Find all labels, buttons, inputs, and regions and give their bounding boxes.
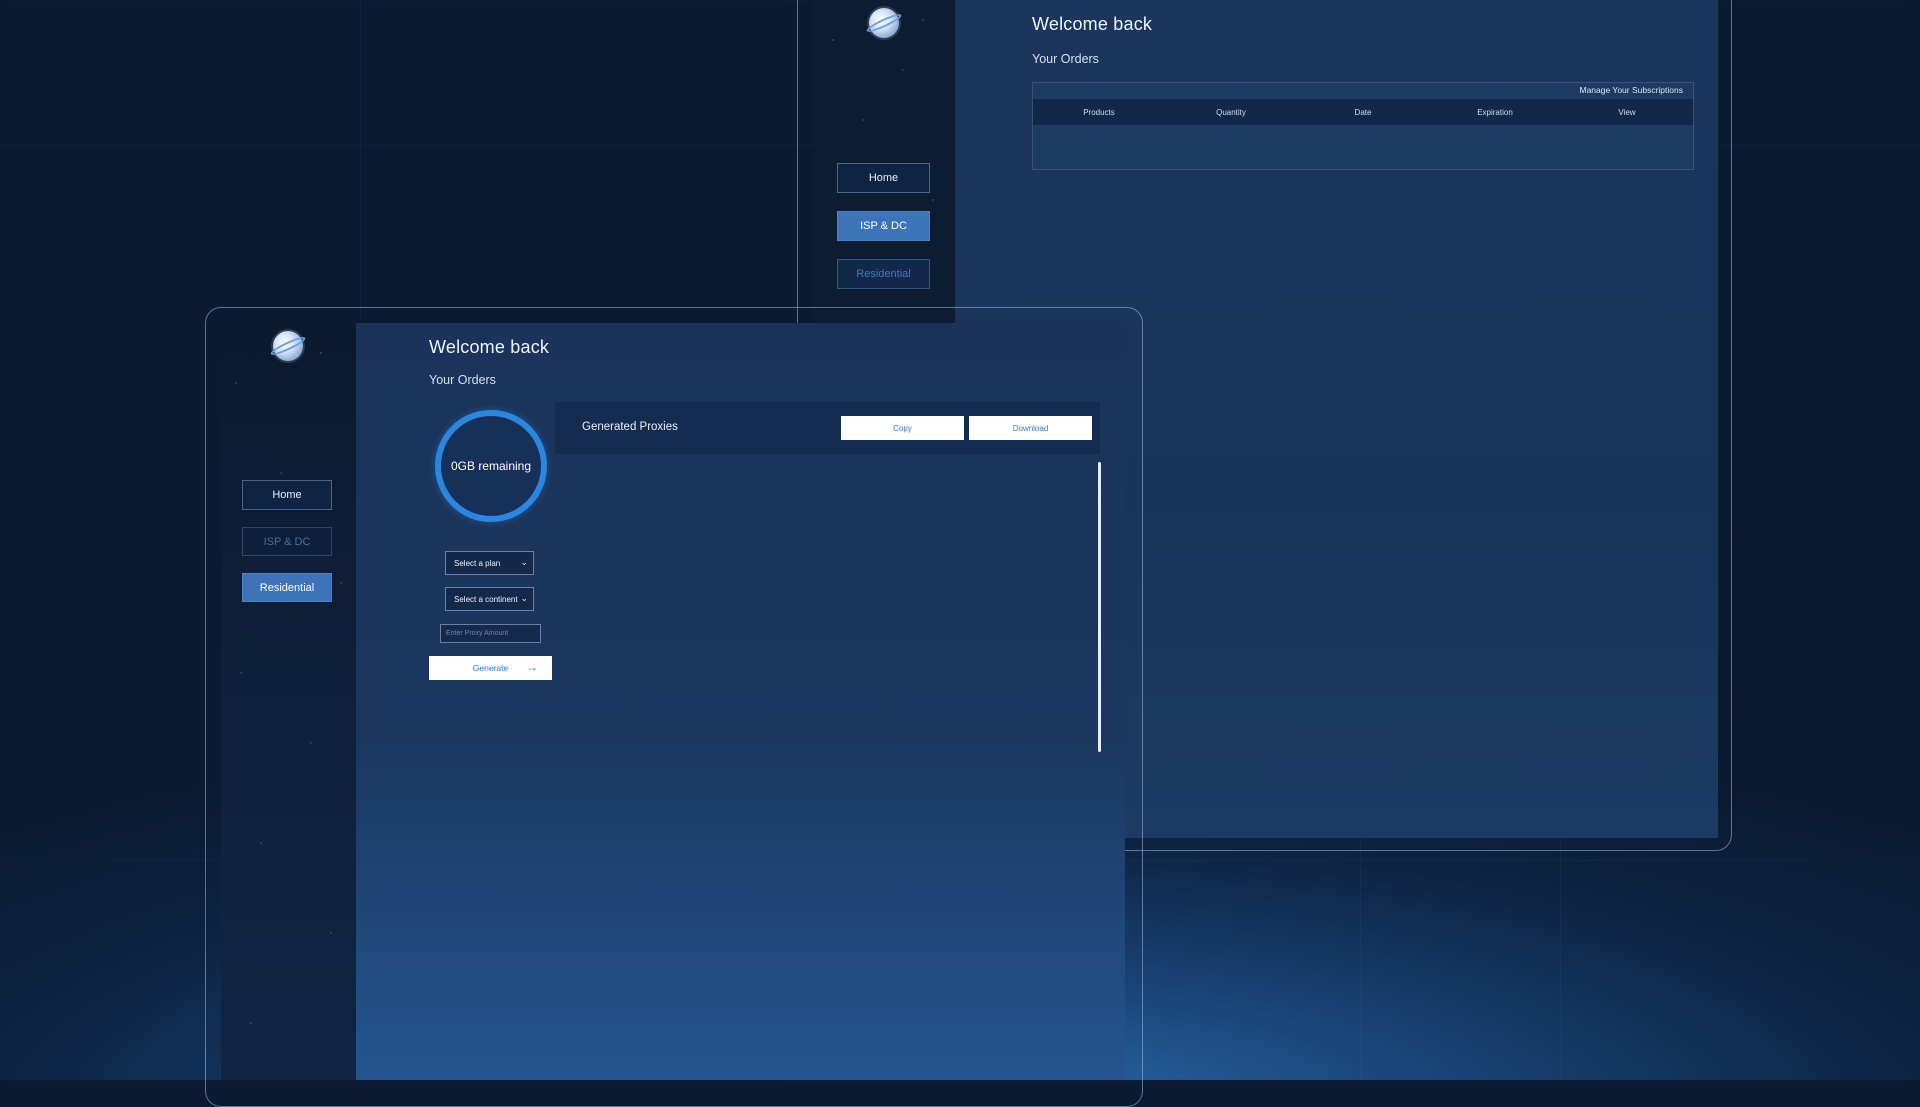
page-subtitle: Your Orders: [429, 373, 496, 387]
data-remaining-ring: 0GB remaining: [435, 410, 547, 522]
column-header: Date: [1354, 107, 1372, 117]
nav-home[interactable]: Home: [242, 480, 332, 510]
column-header: Expiration: [1477, 107, 1513, 117]
generate-label: Generate: [472, 663, 509, 673]
download-button[interactable]: Download: [969, 416, 1092, 440]
orders-table-header: Products Quantity Date Expiration View: [1033, 99, 1693, 125]
column-header: Products: [1083, 107, 1115, 117]
plan-select[interactable]: Select a plan ⌄: [445, 551, 534, 575]
nav-residential[interactable]: Residential: [242, 573, 332, 602]
globe-logo-icon: [869, 8, 899, 38]
arrow-right-icon: →: [526, 660, 538, 674]
column-header: View: [1618, 107, 1636, 117]
column-header: Quantity: [1216, 107, 1246, 117]
chevron-down-icon: ⌄: [520, 593, 528, 603]
back-page-subtitle: Your Orders: [1032, 52, 1099, 66]
plan-select-label: Select a plan: [454, 558, 501, 568]
generate-button[interactable]: Generate →: [429, 656, 552, 680]
page-title: Welcome back: [429, 337, 550, 357]
continent-select[interactable]: Select a continent ⌄: [445, 587, 534, 611]
back-nav-residential[interactable]: Residential: [837, 259, 930, 289]
copy-button[interactable]: Copy: [841, 416, 964, 440]
globe-logo-icon: [273, 331, 303, 361]
proxies-scrollbar[interactable]: [1098, 462, 1101, 752]
ring-label: 0GB remaining: [450, 459, 532, 473]
front-sidebar: [221, 323, 356, 1080]
nav-isp-dc[interactable]: ISP & DC: [242, 527, 332, 556]
continent-select-label: Select a continent: [454, 594, 518, 604]
orders-table: Manage Your Subscriptions Products Quant…: [1032, 82, 1694, 170]
back-nav-isp-dc[interactable]: ISP & DC: [837, 211, 930, 241]
proxy-amount-input[interactable]: [440, 624, 541, 643]
manage-subscriptions-link[interactable]: Manage Your Subscriptions: [1580, 85, 1684, 95]
generated-proxies-title: Generated Proxies: [582, 421, 678, 433]
back-page-title: Welcome back: [1032, 14, 1153, 34]
back-nav-home[interactable]: Home: [837, 163, 930, 193]
chevron-down-icon: ⌄: [520, 557, 528, 567]
